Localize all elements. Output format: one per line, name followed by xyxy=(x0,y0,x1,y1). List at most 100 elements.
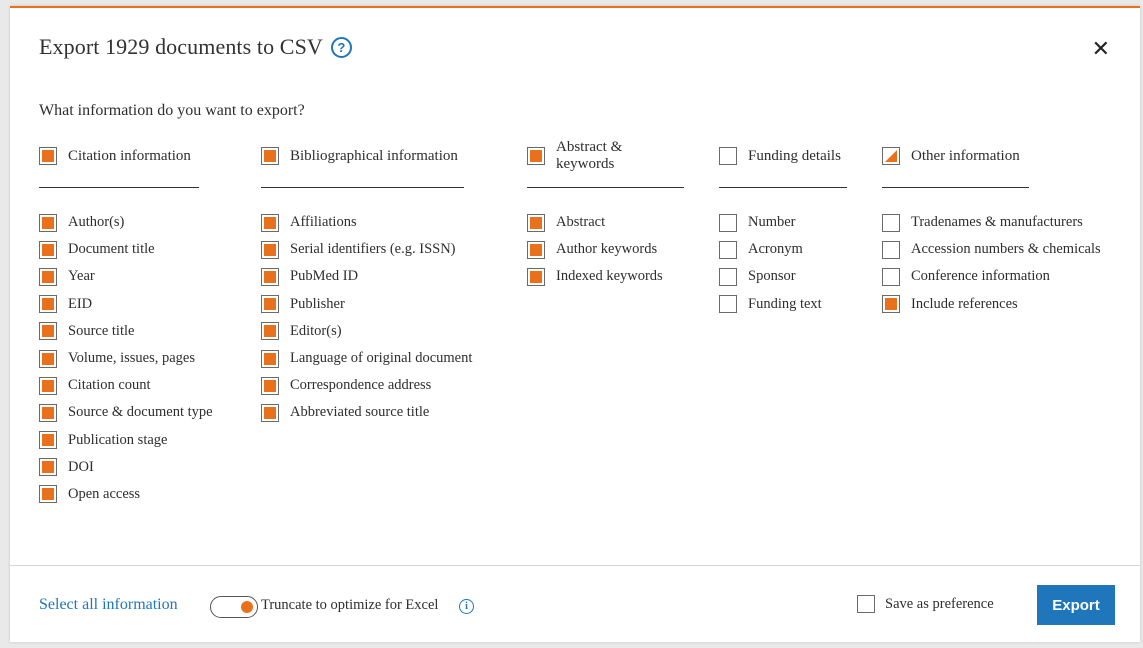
option-item[interactable]: DOI xyxy=(39,454,199,481)
option-label: Sponsor xyxy=(748,268,796,285)
column-divider xyxy=(261,187,464,188)
option-item[interactable]: Source & document type xyxy=(39,399,213,426)
column-header[interactable]: Bibliographical information xyxy=(261,146,464,166)
option-checkbox[interactable] xyxy=(39,213,57,232)
option-item[interactable]: Abbreviated source title xyxy=(261,399,464,426)
option-checkbox[interactable] xyxy=(39,458,57,477)
option-checkbox[interactable] xyxy=(39,240,57,259)
select-all-link[interactable]: Select all information xyxy=(39,596,178,614)
option-checkbox[interactable] xyxy=(39,431,57,450)
toggle-knob xyxy=(241,601,253,613)
option-label: Author keywords xyxy=(556,241,658,258)
option-item[interactable]: Acronym xyxy=(719,236,847,263)
export-button[interactable]: Export xyxy=(1037,585,1115,625)
option-item[interactable]: Document title xyxy=(39,236,199,263)
column-header[interactable]: Citation information xyxy=(39,146,199,166)
option-label: Author(s) xyxy=(68,214,125,231)
option-checkbox[interactable] xyxy=(39,295,57,314)
footer-divider xyxy=(10,565,1140,566)
option-item[interactable]: Tradenames & manufacturers xyxy=(882,209,1083,236)
option-checkbox[interactable] xyxy=(882,267,900,286)
option-checkbox[interactable] xyxy=(39,267,57,286)
option-item[interactable]: Serial identifiers (e.g. ISSN) xyxy=(261,236,464,263)
option-item[interactable]: Citation count xyxy=(39,372,199,399)
column-checkbox[interactable] xyxy=(39,147,57,165)
option-item[interactable]: Funding text xyxy=(719,291,847,318)
column-header[interactable]: Other information xyxy=(882,146,1029,166)
option-checkbox[interactable] xyxy=(719,213,737,232)
option-label: Publication stage xyxy=(68,431,168,448)
option-item[interactable]: Conference information xyxy=(882,263,1050,290)
option-checkbox[interactable] xyxy=(39,403,57,422)
option-checkbox[interactable] xyxy=(719,240,737,259)
option-item[interactable]: Editor(s) xyxy=(261,318,464,345)
option-item[interactable]: Correspondence address xyxy=(261,372,464,399)
option-checkbox[interactable] xyxy=(39,349,57,368)
column-checkbox[interactable] xyxy=(261,147,279,165)
option-label: Document title xyxy=(68,241,155,258)
save-preference[interactable]: Save as preference xyxy=(857,595,994,613)
help-icon[interactable]: ? xyxy=(330,36,352,58)
option-checkbox[interactable] xyxy=(261,349,279,368)
option-checkbox[interactable] xyxy=(527,213,545,232)
option-label: Tradenames & manufacturers xyxy=(911,214,1083,231)
option-checkbox[interactable] xyxy=(719,267,737,286)
option-checkbox[interactable] xyxy=(261,267,279,286)
column-checkbox[interactable] xyxy=(882,147,900,165)
info-icon[interactable]: i xyxy=(459,599,474,614)
option-checkbox[interactable] xyxy=(882,240,900,259)
option-checkbox[interactable] xyxy=(719,295,737,314)
column-checkbox[interactable] xyxy=(527,147,545,165)
option-item[interactable]: Open access xyxy=(39,481,199,508)
save-preference-checkbox[interactable] xyxy=(857,595,875,613)
option-item[interactable]: Language of original document xyxy=(261,345,472,372)
option-item[interactable]: Sponsor xyxy=(719,263,847,290)
option-item[interactable]: Include references xyxy=(882,291,1029,318)
option-checkbox[interactable] xyxy=(882,295,900,314)
option-item[interactable]: Accession numbers & chemicals xyxy=(882,236,1101,263)
option-item[interactable]: Volume, issues, pages xyxy=(39,345,199,372)
option-item[interactable]: Publication stage xyxy=(39,427,199,454)
column-divider xyxy=(527,187,684,188)
option-checkbox[interactable] xyxy=(39,322,57,341)
option-checkbox[interactable] xyxy=(882,213,900,232)
option-label: Abbreviated source title xyxy=(290,404,430,421)
option-item[interactable]: Author keywords xyxy=(527,236,684,263)
option-checkbox[interactable] xyxy=(261,213,279,232)
option-item[interactable]: Affiliations xyxy=(261,209,464,236)
column-header[interactable]: Funding details xyxy=(719,146,847,166)
option-checkbox[interactable] xyxy=(39,376,57,395)
option-item[interactable]: Author(s) xyxy=(39,209,199,236)
option-checkbox[interactable] xyxy=(261,322,279,341)
truncate-label: Truncate to optimize for Excel xyxy=(261,597,439,613)
export-question: What information do you want to export? xyxy=(39,102,305,119)
column-header[interactable]: Abstract & keywords xyxy=(527,139,684,172)
option-item[interactable]: PubMed ID xyxy=(261,263,464,290)
column-funding: Funding details Number Acronym Sponsor Fund… xyxy=(719,146,847,318)
option-item[interactable]: EID xyxy=(39,291,199,318)
option-item[interactable]: Number xyxy=(719,209,847,236)
option-item[interactable]: Indexed keywords xyxy=(527,263,684,290)
option-checkbox[interactable] xyxy=(261,376,279,395)
option-label: Open access xyxy=(68,485,141,502)
option-item[interactable]: Publisher xyxy=(261,291,464,318)
option-checkbox[interactable] xyxy=(261,403,279,422)
column-citation: Citation information Author(s) Document t… xyxy=(39,146,213,508)
option-checkbox[interactable] xyxy=(39,485,57,504)
column-checkbox[interactable] xyxy=(719,147,737,165)
option-checkbox[interactable] xyxy=(527,240,545,259)
option-item[interactable]: Year xyxy=(39,263,199,290)
option-checkbox[interactable] xyxy=(527,267,545,286)
column-divider xyxy=(719,187,847,188)
column-other: Other information Tradenames & manufactu… xyxy=(882,146,1101,318)
truncate-toggle[interactable] xyxy=(210,596,258,618)
column-header-label: Funding details xyxy=(748,147,841,164)
option-checkbox[interactable] xyxy=(261,295,279,314)
option-checkbox[interactable] xyxy=(261,240,279,259)
option-label: Language of original document xyxy=(290,350,473,367)
column-divider xyxy=(39,187,199,188)
option-item[interactable]: Abstract xyxy=(527,209,684,236)
column-abstract: Abstract & keywords Abstract Author keywo… xyxy=(527,139,684,291)
option-item[interactable]: Source title xyxy=(39,318,199,345)
close-icon[interactable]: ✕ xyxy=(1092,38,1110,60)
